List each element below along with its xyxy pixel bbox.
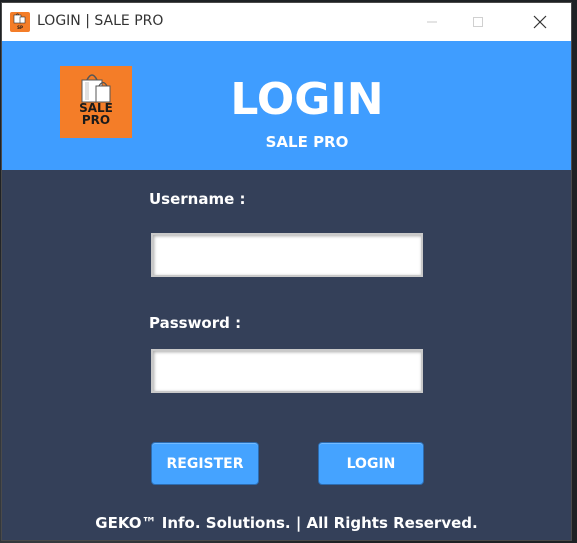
username-field[interactable] (151, 233, 423, 277)
app-icon: SP (10, 12, 30, 32)
page-subtitle: SALE PRO (265, 133, 349, 151)
header-banner: SALE PRO LOGIN SALE PRO (2, 41, 571, 170)
username-label: Username : (149, 190, 246, 208)
close-icon (533, 15, 547, 29)
logo-text: SALE PRO (60, 102, 132, 126)
password-label: Password : (149, 314, 242, 332)
minimize-button[interactable] (409, 3, 455, 41)
password-field[interactable] (151, 349, 423, 393)
logo-line-2: PRO (81, 113, 111, 127)
svg-text:SP: SP (17, 25, 23, 30)
login-button[interactable]: LOGIN (318, 442, 424, 485)
app-logo: SALE PRO (60, 66, 132, 138)
maximize-icon (473, 17, 483, 27)
footer-copyright: GEKO™ Info. Solutions. | All Rights Rese… (95, 514, 478, 532)
close-button[interactable] (517, 3, 563, 41)
title-bar[interactable]: SP LOGIN | SALE PRO (2, 3, 571, 41)
page-title: LOGIN (230, 74, 384, 125)
login-window: SP LOGIN | SALE PRO SALE PRO LOGIN SALE … (2, 3, 571, 540)
register-button[interactable]: REGISTER (151, 442, 259, 485)
minimize-icon (427, 21, 437, 23)
login-form-panel: Username : Password : REGISTER LOGIN GEK… (2, 170, 571, 540)
window-title: LOGIN | SALE PRO (37, 13, 164, 29)
maximize-button[interactable] (455, 3, 501, 41)
